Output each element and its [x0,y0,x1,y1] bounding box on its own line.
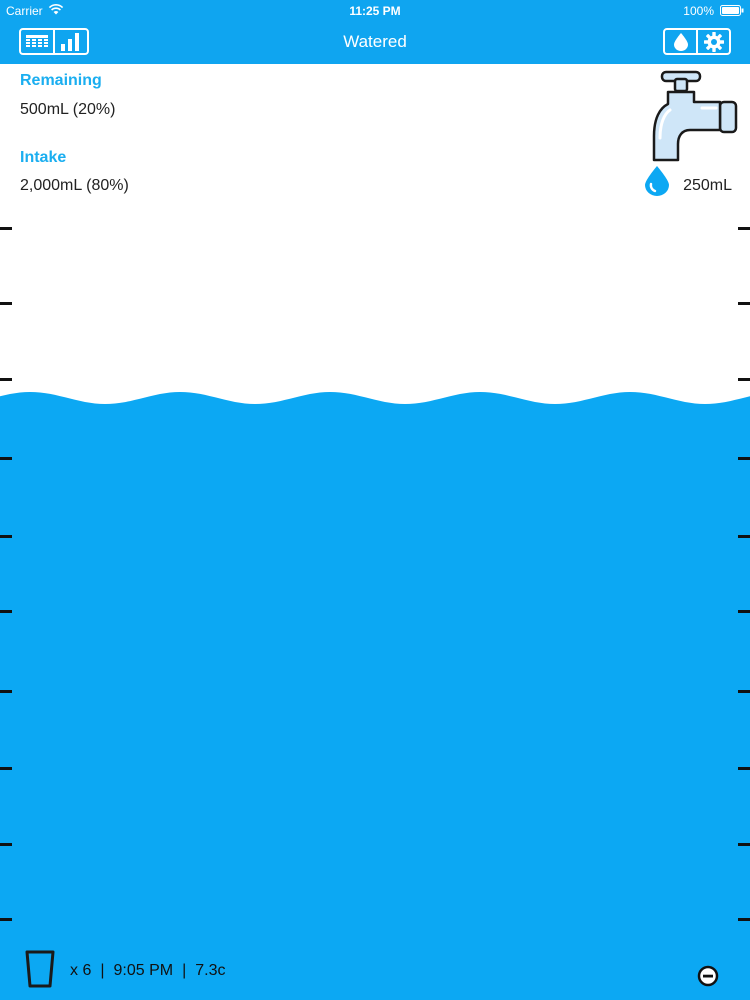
water-surface [0,392,750,1000]
glass-icon [25,950,55,988]
settings-button[interactable] [696,30,729,53]
separator: | [182,962,187,979]
water-level-fill [0,392,750,1000]
drink-count: x 6 [70,962,92,979]
scale-tick [0,843,12,846]
water-drop-icon [673,32,688,51]
scale-tick [738,610,750,613]
remaining-label: Remaining [20,72,102,89]
battery-icon [720,5,744,16]
status-bar: Carrier 11:25 PM 100% [0,0,750,22]
scale-tick [0,457,12,460]
app-screen: Carrier 11:25 PM 100% Watered Remaining … [0,0,750,1000]
gear-icon [703,31,724,52]
water-drop-icon [645,166,669,196]
remaining-value: 500mL (20%) [20,101,116,118]
scale-tick [0,378,12,381]
scale-tick [0,767,12,770]
scale-tick [0,918,12,921]
faucet-icon [652,70,738,162]
right-segmented-control [663,28,731,55]
intake-summary: x 6 | 9:05 PM | 7.3c [70,962,226,980]
scale-tick [738,378,750,381]
scale-tick [738,767,750,770]
scale-tick [738,457,750,460]
scale-tick [0,302,12,305]
status-time: 11:25 PM [349,4,401,18]
intake-label: Intake [20,149,67,166]
scale-tick [0,535,12,538]
battery-percent: 100% [683,4,714,18]
scale-tick [738,843,750,846]
page-title: Watered [343,32,407,51]
scale-tick [738,227,750,230]
drink-button[interactable] [665,30,696,53]
bottom-bar: x 6 | 9:05 PM | 7.3c [0,940,750,1000]
scale-tick [0,610,12,613]
scale-tick [738,918,750,921]
remove-drink-button[interactable] [697,965,719,987]
separator: | [100,962,105,979]
scale-tick [0,690,12,693]
faucet-button[interactable] [642,68,742,164]
scale-tick [738,535,750,538]
scale-tick [738,302,750,305]
navigation-bar: Carrier 11:25 PM 100% Watered [0,0,750,64]
intake-value: 2,000mL (80%) [20,177,129,194]
cups-total: 7.3c [195,962,226,979]
last-drink-time: 9:05 PM [113,962,174,979]
scale-tick [738,690,750,693]
serving-size: 250mL [683,177,732,194]
scale-tick [0,227,12,230]
